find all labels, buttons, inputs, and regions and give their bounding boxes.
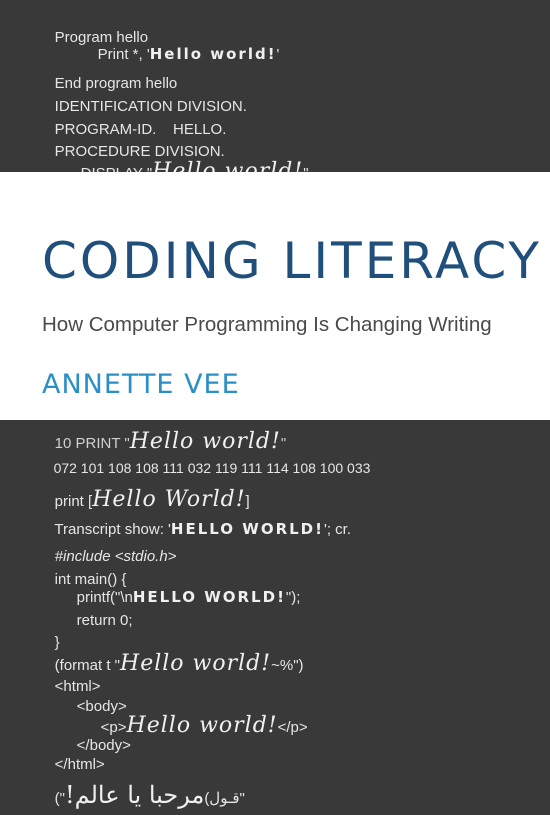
code-line-arabic: ("مرحبا يا عالم!"قـول) xyxy=(38,768,245,815)
code-text: (" xyxy=(54,790,65,807)
code-text: ' xyxy=(276,46,280,63)
code-text: '; cr. xyxy=(323,521,352,538)
code-text: "قـول) xyxy=(204,790,245,807)
handwritten-arabic-hello-world: مرحبا يا عالم! xyxy=(65,781,205,809)
handwritten-hello-world: HELLO WORLD! xyxy=(132,588,286,606)
book-cover: Program hello Print *, 'Hello world!' En… xyxy=(0,0,550,815)
code-text: </p> xyxy=(277,719,308,736)
band-watermark xyxy=(40,190,48,218)
code-text: "); xyxy=(285,589,301,606)
handwritten-hello-world: Hello world! xyxy=(126,713,278,738)
code-text: return 0; xyxy=(76,612,133,629)
book-title: CODING LITERACY xyxy=(42,232,542,290)
code-text: ~%") xyxy=(271,657,304,674)
code-line-c-return: return 0; xyxy=(60,598,133,643)
handwritten-hello-world: HELLO WORLD! xyxy=(170,520,324,538)
book-author: ANNETTE VEE xyxy=(42,369,240,400)
book-subtitle: How Computer Programming Is Changing Wri… xyxy=(42,313,492,336)
handwritten-hello-world: Hello world! xyxy=(120,651,272,676)
